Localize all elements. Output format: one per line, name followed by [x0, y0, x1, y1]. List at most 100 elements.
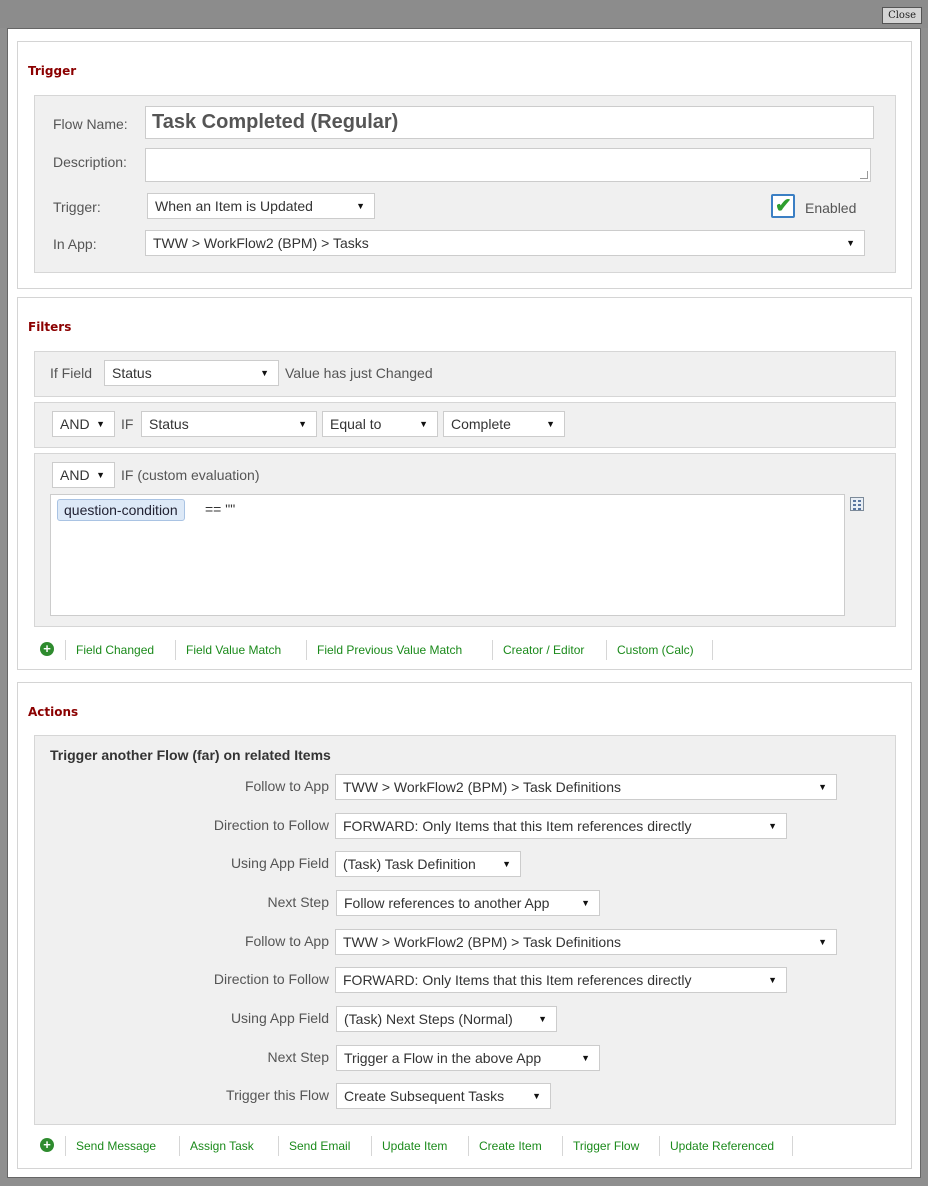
triangle-down-icon: ▼ [768, 821, 777, 831]
trigger-label: Trigger: [53, 199, 101, 215]
changed-field-select[interactable]: Status ▼ [104, 360, 279, 386]
flow-name-input[interactable]: Task Completed (Regular) [145, 106, 874, 139]
filters-section-title: Filters [28, 320, 72, 334]
if-field-label: If Field [50, 365, 93, 381]
using-app-field-value: (Task) Next Steps (Normal) [344, 1011, 513, 1027]
trigger-type-select[interactable]: When an Item is Updated ▼ [147, 193, 375, 219]
match-field-value: Status [149, 416, 189, 432]
triangle-down-icon: ▼ [768, 975, 777, 985]
filters-panel: Filters If Field Status ▼ Value has just… [17, 297, 912, 670]
in-app-value: TWW > WorkFlow2 (BPM) > Tasks [153, 235, 369, 251]
field-token[interactable]: question-condition [57, 499, 185, 521]
trigger-this-flow-value: Create Subsequent Tasks [344, 1088, 505, 1104]
triangle-down-icon: ▼ [298, 419, 307, 429]
add-action-bar: + Send Message Assign Task Send Email Up… [40, 1136, 900, 1158]
value-changed-label: Value has just Changed [285, 365, 433, 381]
triangle-down-icon: ▼ [581, 898, 590, 908]
separator [492, 640, 493, 660]
in-app-select[interactable]: TWW > WorkFlow2 (BPM) > Tasks ▼ [145, 230, 865, 256]
separator [562, 1136, 563, 1156]
add-send-email-link[interactable]: Send Email [289, 1138, 350, 1154]
plus-circle-icon[interactable]: + [40, 642, 54, 656]
in-app-label: In App: [53, 236, 97, 252]
follow-to-app-label: Follow to App [244, 778, 329, 794]
separator [175, 640, 176, 660]
filter-row-field-changed: If Field Status ▼ Value has just Changed [34, 351, 896, 397]
triangle-down-icon: ▼ [546, 419, 555, 429]
next-step-label: Next Step [267, 1049, 329, 1065]
direction-select[interactable]: FORWARD: Only Items that this Item refer… [335, 967, 787, 993]
triangle-down-icon: ▼ [419, 419, 428, 429]
direction-value: FORWARD: Only Items that this Item refer… [343, 972, 692, 988]
add-trigger-flow-link[interactable]: Trigger Flow [573, 1138, 639, 1154]
separator [606, 640, 607, 660]
next-step-value: Follow references to another App [344, 895, 550, 911]
add-creator-editor-link[interactable]: Creator / Editor [503, 642, 584, 658]
window-title-bar: Close [0, 0, 928, 28]
follow-to-app-label: Follow to App [244, 933, 329, 949]
triangle-down-icon: ▼ [818, 937, 827, 947]
add-field-changed-link[interactable]: Field Changed [76, 642, 154, 658]
follow-to-app-value: TWW > WorkFlow2 (BPM) > Task Definitions [343, 934, 621, 950]
target-value-select[interactable]: Complete ▼ [443, 411, 565, 437]
add-filter-bar: + Field Changed Field Value Match Field … [40, 640, 900, 662]
separator [278, 1136, 279, 1156]
separator [468, 1136, 469, 1156]
direction-value: FORWARD: Only Items that this Item refer… [343, 818, 692, 834]
operator-select[interactable]: Equal to ▼ [322, 411, 438, 437]
next-step-select[interactable]: Trigger a Flow in the above App ▼ [336, 1045, 600, 1071]
separator [65, 640, 66, 660]
add-assign-task-link[interactable]: Assign Task [190, 1138, 254, 1154]
next-step-select[interactable]: Follow references to another App ▼ [336, 890, 600, 916]
add-update-item-link[interactable]: Update Item [382, 1138, 447, 1154]
add-send-message-link[interactable]: Send Message [76, 1138, 156, 1154]
add-custom-calc-link[interactable]: Custom (Calc) [617, 642, 694, 658]
plus-circle-icon[interactable]: + [40, 1138, 54, 1152]
flow-name-label: Flow Name: [53, 116, 128, 132]
add-create-item-link[interactable]: Create Item [479, 1138, 542, 1154]
resize-handle-icon[interactable] [860, 171, 868, 179]
using-app-field-label: Using App Field [230, 855, 329, 871]
separator [792, 1136, 793, 1156]
add-update-referenced-link[interactable]: Update Referenced [670, 1138, 774, 1154]
calculator-icon[interactable] [850, 497, 864, 511]
description-textarea[interactable] [145, 148, 871, 182]
add-field-previous-value-match-link[interactable]: Field Previous Value Match [317, 642, 462, 658]
actions-panel: Actions Trigger another Flow (far) on re… [17, 682, 912, 1169]
triangle-down-icon: ▼ [538, 1014, 547, 1024]
action-trigger-flow-box: Trigger another Flow (far) on related It… [34, 735, 896, 1125]
conjunction-value: AND [60, 467, 90, 483]
flow-editor-dialog: Trigger Flow Name: Task Completed (Regul… [7, 28, 921, 1178]
operator-value: Equal to [330, 416, 382, 432]
enabled-checkbox[interactable]: ✔ [771, 194, 795, 218]
using-app-field-select[interactable]: (Task) Next Steps (Normal) ▼ [336, 1006, 557, 1032]
conjunction-select[interactable]: AND ▼ [52, 462, 115, 488]
triangle-down-icon: ▼ [581, 1053, 590, 1063]
changed-field-value: Status [112, 365, 152, 381]
conjunction-select[interactable]: AND ▼ [52, 411, 115, 437]
direction-select[interactable]: FORWARD: Only Items that this Item refer… [335, 813, 787, 839]
close-button[interactable]: Close [882, 7, 922, 24]
follow-to-app-select[interactable]: TWW > WorkFlow2 (BPM) > Task Definitions… [335, 929, 837, 955]
add-field-value-match-link[interactable]: Field Value Match [186, 642, 281, 658]
next-step-value: Trigger a Flow in the above App [344, 1050, 542, 1066]
triangle-down-icon: ▼ [96, 419, 105, 429]
if-label: IF [121, 416, 134, 432]
next-step-label: Next Step [267, 894, 329, 910]
trigger-this-flow-label: Trigger this Flow [226, 1087, 329, 1103]
trigger-this-flow-select[interactable]: Create Subsequent Tasks ▼ [336, 1083, 551, 1109]
follow-to-app-select[interactable]: TWW > WorkFlow2 (BPM) > Task Definitions… [335, 774, 837, 800]
match-field-select[interactable]: Status ▼ [141, 411, 317, 437]
direction-label: Direction to Follow [213, 971, 329, 987]
using-app-field-value: (Task) Task Definition [343, 856, 476, 872]
flow-name-value: Task Completed (Regular) [152, 111, 399, 133]
target-value: Complete [451, 416, 511, 432]
triangle-down-icon: ▼ [96, 470, 105, 480]
trigger-panel: Trigger Flow Name: Task Completed (Regul… [17, 41, 912, 289]
using-app-field-select[interactable]: (Task) Task Definition ▼ [335, 851, 521, 877]
triangle-down-icon: ▼ [356, 201, 365, 211]
separator [65, 1136, 66, 1156]
expression-text: == "" [205, 501, 236, 517]
custom-expression-editor[interactable]: question-condition == "" [50, 494, 845, 616]
triangle-down-icon: ▼ [818, 782, 827, 792]
